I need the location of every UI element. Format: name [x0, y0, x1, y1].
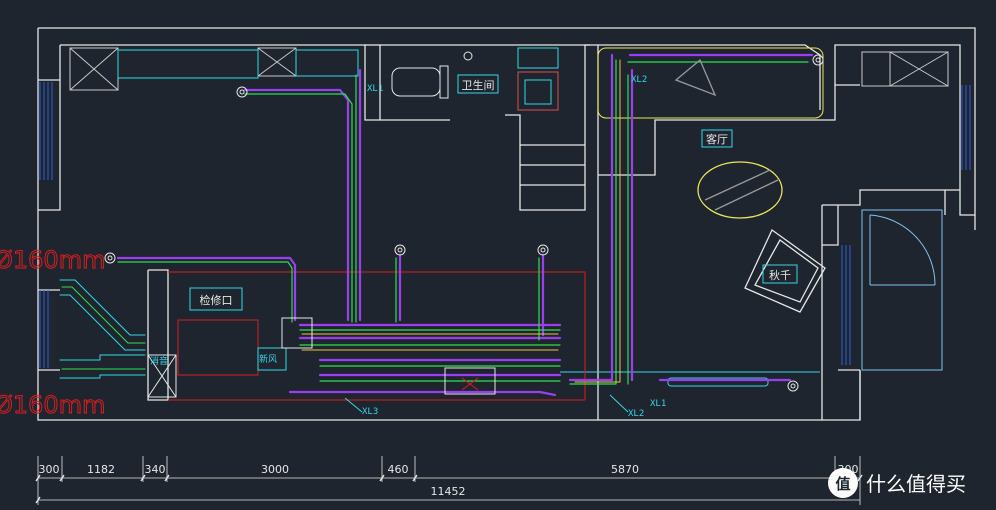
dim-340: 340 [145, 463, 166, 476]
dim-5870: 5870 [611, 463, 639, 476]
toilet [391, 65, 449, 99]
inspection-label: 检修口 [200, 293, 233, 307]
duct-size-bottom: Ø160mm [0, 391, 105, 419]
duct-size-top: Ø160mm [0, 246, 105, 274]
tag-xl2-upper: XL2 [631, 75, 647, 85]
furniture [674, 58, 826, 313]
room-labels: 卫生间 客厅 检修口 秋千 [189, 74, 798, 311]
cyan-outlines [117, 47, 943, 387]
bathroom-label: 卫生间 [462, 78, 495, 92]
watermark-text: 什么值得买 [866, 472, 966, 496]
living-room-label: 客厅 [706, 132, 728, 146]
duct-size-labels: Ø160mm Ø160mm [0, 246, 106, 420]
dimension-values: 300 1182 340 3000 460 5870 300 11452 [39, 463, 859, 498]
tag-xl2-lower: XL2 [628, 409, 644, 419]
tag-xl3: XL3 [362, 407, 378, 417]
ducts [59, 53, 814, 397]
exhaust-label: 消音 [150, 355, 168, 367]
diffusers [104, 51, 824, 392]
swing-label: 秋千 [769, 268, 791, 282]
dim-3000: 3000 [261, 463, 289, 476]
dim-300-left: 300 [39, 463, 60, 476]
floor-plan: 卫生间 客厅 检修口 秋千 XL1 XL2 XL1 XL2 XL3 消音 新风 … [0, 27, 976, 505]
tag-xl1-upper: XL1 [367, 84, 383, 94]
fresh-air-label: 新风 [259, 353, 277, 365]
watermark: 值 什么值得买 [828, 468, 966, 498]
walls [37, 27, 976, 421]
pipe-tags: XL1 XL2 XL1 XL2 XL3 [344, 75, 666, 419]
svg-text:值: 值 [835, 475, 850, 493]
dim-1182: 1182 [87, 463, 115, 476]
dim-460: 460 [388, 463, 409, 476]
tag-xl1-lower: XL1 [650, 399, 666, 409]
door [869, 214, 936, 286]
shafts [69, 47, 949, 91]
dim-total: 11452 [431, 485, 466, 498]
